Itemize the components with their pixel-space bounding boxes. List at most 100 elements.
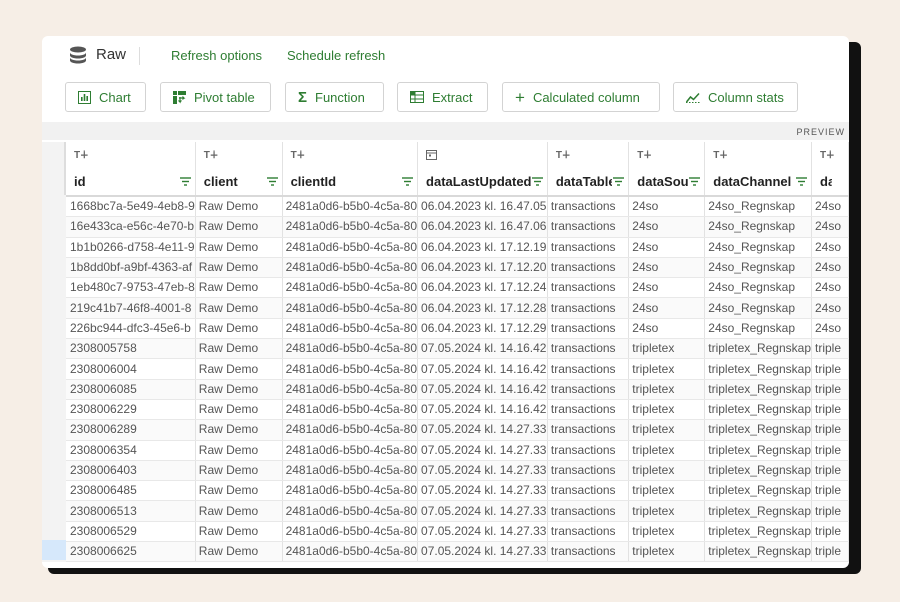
cell-client[interactable]: Raw Demo <box>195 297 283 319</box>
cell-dataSource[interactable]: tripletex <box>628 379 706 400</box>
row-selection-marker[interactable] <box>42 540 66 560</box>
cell-clientId[interactable]: 2481a0d6-b5b0-4c5a-80 <box>282 480 419 502</box>
cell-client[interactable]: Raw Demo <box>195 338 283 360</box>
cell-id[interactable]: 2308006485 <box>66 480 196 502</box>
cell-dataSource[interactable]: tripletex <box>628 541 706 562</box>
cell-id[interactable]: 2308006289 <box>66 419 196 441</box>
cell-id[interactable]: 2308006625 <box>66 541 196 562</box>
cell-dataLastUpdated[interactable]: 07.05.2024 kl. 14.27.33 <box>417 460 548 482</box>
cell-dataLastUpdated[interactable]: 07.05.2024 kl. 14.27.33 <box>417 419 548 441</box>
table-row[interactable]: 1b8dd0bf-a9bf-4363-af Raw Demo 2481a0d6-b5… <box>66 257 849 279</box>
column-header-dataChannel[interactable]: T∔ dataChannel <box>704 142 812 197</box>
table-row[interactable]: 1eb480c7-9753-47eb-8 Raw Demo 2481a0d6-b5b… <box>66 277 849 299</box>
cell-id[interactable]: 1668bc7a-5e49-4eb8-9 <box>66 196 196 218</box>
filter-icon[interactable] <box>613 177 625 186</box>
table-row[interactable]: 2308006625 Raw Demo 2481a0d6-b5b0-4c5a-80 0… <box>66 541 849 562</box>
cell-data[interactable]: triple <box>811 480 849 502</box>
cell-dataLastUpdated[interactable]: 06.04.2023 kl. 16.47.05 <box>417 196 548 218</box>
cell-dataChannel[interactable]: tripletex_Regnskap <box>704 460 812 482</box>
cell-clientId[interactable]: 2481a0d6-b5b0-4c5a-80 <box>282 318 419 340</box>
cell-dataChannel[interactable]: 24so_Regnskap <box>704 237 812 258</box>
table-row[interactable]: 2308006403 Raw Demo 2481a0d6-b5b0-4c5a-80 0… <box>66 460 849 482</box>
cell-id[interactable]: 16e433ca-e56c-4e70-b <box>66 216 196 238</box>
cell-client[interactable]: Raw Demo <box>195 419 283 441</box>
cell-client[interactable]: Raw Demo <box>195 358 283 380</box>
cell-dataLastUpdated[interactable]: 07.05.2024 kl. 14.27.33 <box>417 500 548 522</box>
cell-client[interactable]: Raw Demo <box>195 521 283 543</box>
cell-dataLastUpdated[interactable]: 06.04.2023 kl. 17.12.28 <box>417 297 548 319</box>
filter-icon[interactable] <box>796 177 807 186</box>
table-row[interactable]: 2308006289 Raw Demo 2481a0d6-b5b0-4c5a-80 0… <box>66 419 849 441</box>
cell-client[interactable]: Raw Demo <box>195 399 283 421</box>
cell-dataSource[interactable]: tripletex <box>628 521 706 543</box>
cell-dataLastUpdated[interactable]: 06.04.2023 kl. 17.12.20 <box>417 257 548 279</box>
cell-dataTable[interactable]: transactions <box>547 257 630 279</box>
cell-dataTable[interactable]: transactions <box>547 277 630 299</box>
cell-dataTable[interactable]: transactions <box>547 521 630 543</box>
cell-dataSource[interactable]: 24so <box>628 237 706 258</box>
cell-dataTable[interactable]: transactions <box>547 480 630 502</box>
cell-dataSource[interactable]: tripletex <box>628 338 706 360</box>
cell-clientId[interactable]: 2481a0d6-b5b0-4c5a-80 <box>282 379 419 400</box>
table-row[interactable]: 16e433ca-e56c-4e70-b Raw Demo 2481a0d6-b5b… <box>66 216 849 238</box>
column-header-dataTable[interactable]: T∔ dataTable <box>547 142 630 197</box>
cell-id[interactable]: 1b1b0266-d758-4e11-9 <box>66 237 196 258</box>
cell-dataChannel[interactable]: tripletex_Regnskap <box>704 399 812 421</box>
filter-icon[interactable] <box>266 177 278 186</box>
cell-clientId[interactable]: 2481a0d6-b5b0-4c5a-80 <box>282 460 419 482</box>
chart-button[interactable]: Chart <box>65 82 146 112</box>
cell-dataChannel[interactable]: tripletex_Regnskap <box>704 541 812 562</box>
cell-clientId[interactable]: 2481a0d6-b5b0-4c5a-80 <box>282 521 419 543</box>
refresh-options-link[interactable]: Refresh options <box>171 48 262 63</box>
table-row[interactable]: 2308006513 Raw Demo 2481a0d6-b5b0-4c5a-80 0… <box>66 500 849 522</box>
cell-client[interactable]: Raw Demo <box>195 257 283 279</box>
cell-dataChannel[interactable]: 24so_Regnskap <box>704 277 812 299</box>
cell-id[interactable]: 2308006085 <box>66 379 196 400</box>
cell-dataChannel[interactable]: tripletex_Regnskap <box>704 480 812 502</box>
cell-id[interactable]: 226bc944-dfc3-45e6-b <box>66 318 196 340</box>
cell-dataTable[interactable]: transactions <box>547 460 630 482</box>
filter-icon[interactable] <box>531 177 543 186</box>
table-row[interactable]: 1b1b0266-d758-4e11-9 Raw Demo 2481a0d6-b5b… <box>66 237 849 258</box>
cell-data[interactable]: triple <box>811 500 849 522</box>
cell-dataChannel[interactable]: 24so_Regnskap <box>704 196 812 218</box>
cell-id[interactable]: 2308006529 <box>66 521 196 543</box>
cell-clientId[interactable]: 2481a0d6-b5b0-4c5a-80 <box>282 541 419 562</box>
table-row[interactable]: 2308006004 Raw Demo 2481a0d6-b5b0-4c5a-80 0… <box>66 358 849 380</box>
cell-dataChannel[interactable]: 24so_Regnskap <box>704 257 812 279</box>
cell-dataChannel[interactable]: tripletex_Regnskap <box>704 419 812 441</box>
extract-button[interactable]: Extract <box>397 82 488 112</box>
cell-dataSource[interactable]: 24so <box>628 318 706 340</box>
cell-dataTable[interactable]: transactions <box>547 358 630 380</box>
table-row[interactable]: 2308006085 Raw Demo 2481a0d6-b5b0-4c5a-80 0… <box>66 379 849 400</box>
cell-client[interactable]: Raw Demo <box>195 237 283 258</box>
cell-dataChannel[interactable]: tripletex_Regnskap <box>704 338 812 360</box>
cell-client[interactable]: Raw Demo <box>195 277 283 299</box>
cell-dataTable[interactable]: transactions <box>547 379 630 400</box>
column-header-client[interactable]: T∔ client <box>195 142 283 197</box>
cell-dataLastUpdated[interactable]: 07.05.2024 kl. 14.16.42 <box>417 338 548 360</box>
cell-dataChannel[interactable]: 24so_Regnskap <box>704 297 812 319</box>
cell-dataTable[interactable]: transactions <box>547 399 630 421</box>
table-row[interactable]: 226bc944-dfc3-45e6-b Raw Demo 2481a0d6-b5b… <box>66 318 849 340</box>
cell-data[interactable]: triple <box>811 379 849 400</box>
cell-dataLastUpdated[interactable]: 06.04.2023 kl. 17.12.19 <box>417 237 548 258</box>
cell-dataSource[interactable]: tripletex <box>628 440 706 461</box>
column-header-id[interactable]: T∔ id <box>66 142 196 197</box>
cell-dataLastUpdated[interactable]: 06.04.2023 kl. 16.47.06 <box>417 216 548 238</box>
cell-dataTable[interactable]: transactions <box>547 440 630 461</box>
cell-clientId[interactable]: 2481a0d6-b5b0-4c5a-80 <box>282 257 419 279</box>
cell-clientId[interactable]: 2481a0d6-b5b0-4c5a-80 <box>282 358 419 380</box>
cell-clientId[interactable]: 2481a0d6-b5b0-4c5a-80 <box>282 237 419 258</box>
cell-id[interactable]: 2308006513 <box>66 500 196 522</box>
cell-dataLastUpdated[interactable]: 07.05.2024 kl. 14.16.42 <box>417 379 548 400</box>
table-row[interactable]: 219c41b7-46f8-4001-8 Raw Demo 2481a0d6-b5b… <box>66 297 849 319</box>
cell-dataTable[interactable]: transactions <box>547 318 630 340</box>
filter-icon[interactable] <box>179 177 191 186</box>
cell-clientId[interactable]: 2481a0d6-b5b0-4c5a-80 <box>282 196 419 218</box>
cell-dataLastUpdated[interactable]: 07.05.2024 kl. 14.27.33 <box>417 480 548 502</box>
cell-dataTable[interactable]: transactions <box>547 216 630 238</box>
cell-clientId[interactable]: 2481a0d6-b5b0-4c5a-80 <box>282 297 419 319</box>
cell-data[interactable]: triple <box>811 521 849 543</box>
cell-dataChannel[interactable]: tripletex_Regnskap <box>704 379 812 400</box>
